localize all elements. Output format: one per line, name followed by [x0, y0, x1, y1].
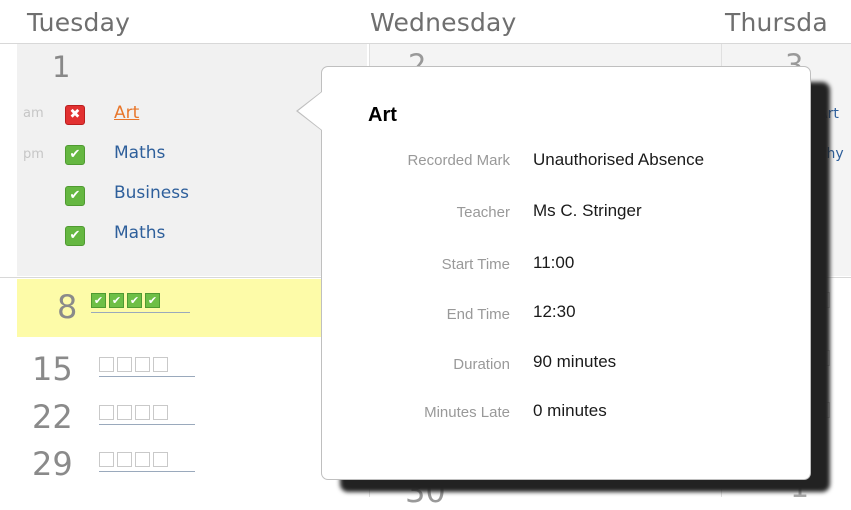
link-underline	[99, 471, 195, 472]
pm-label: pm	[23, 147, 44, 162]
field-value-recorded-mark: Unauthorised Absence	[533, 150, 705, 169]
date-number: 8	[57, 288, 78, 326]
day-header-thursday: Thursda	[725, 8, 828, 37]
attendance-marks[interactable]	[99, 405, 168, 420]
empty-mark-box	[135, 357, 150, 372]
empty-mark-box	[117, 357, 132, 372]
date-number: 1	[52, 50, 71, 84]
present-check-icon: ✔	[145, 293, 160, 308]
empty-mark-box	[153, 452, 168, 467]
empty-mark-box	[117, 405, 132, 420]
empty-mark-box	[153, 405, 168, 420]
date-number: 15	[32, 350, 73, 388]
empty-mark-box	[135, 405, 150, 420]
absent-cross-icon: ✖	[65, 105, 85, 125]
empty-mark-box	[99, 405, 114, 420]
attendance-marks[interactable]	[99, 357, 168, 372]
field-value-start-time: 11:00	[533, 253, 575, 272]
field-label: Teacher	[456, 204, 510, 221]
popup-title: Art	[368, 104, 397, 126]
lesson-link-art[interactable]: Art	[114, 103, 139, 123]
present-check-icon: ✔	[65, 226, 85, 246]
field-label: Duration	[453, 356, 510, 373]
day-header-tuesday: Tuesday	[27, 8, 131, 37]
link-underline	[99, 376, 195, 377]
date-number: 29	[32, 445, 73, 483]
field-value-teacher: Ms C. Stringer	[533, 201, 642, 220]
field-label: End Time	[446, 306, 510, 323]
am-label: am	[23, 106, 44, 121]
attendance-marks[interactable]	[99, 452, 168, 467]
empty-mark-box	[117, 452, 132, 467]
present-check-icon: ✔	[65, 186, 85, 206]
empty-mark-box	[135, 452, 150, 467]
lesson-maths[interactable]: Maths	[114, 223, 165, 243]
field-value-end-time: 12:30	[533, 302, 576, 321]
link-underline	[91, 312, 190, 313]
attendance-marks[interactable]: ✔ ✔ ✔ ✔	[91, 293, 160, 308]
empty-mark-box	[99, 452, 114, 467]
link-underline	[99, 424, 195, 425]
empty-mark-box	[99, 357, 114, 372]
field-value-minutes-late: 0 minutes	[533, 401, 607, 420]
popup-pointer	[298, 92, 322, 130]
present-check-icon: ✔	[65, 145, 85, 165]
field-label: Recorded Mark	[407, 152, 510, 169]
date-number: 22	[32, 398, 73, 436]
field-value-duration: 90 minutes	[533, 352, 617, 371]
day-header-wednesday: Wednesday	[370, 8, 517, 37]
lesson-maths[interactable]: Maths	[114, 143, 165, 163]
field-label: Minutes Late	[424, 404, 510, 421]
empty-mark-box	[153, 357, 168, 372]
field-label: Start Time	[441, 256, 510, 273]
lesson-business[interactable]: Business	[114, 183, 189, 203]
present-check-icon: ✔	[127, 293, 142, 308]
present-check-icon: ✔	[109, 293, 124, 308]
present-check-icon: ✔	[91, 293, 106, 308]
